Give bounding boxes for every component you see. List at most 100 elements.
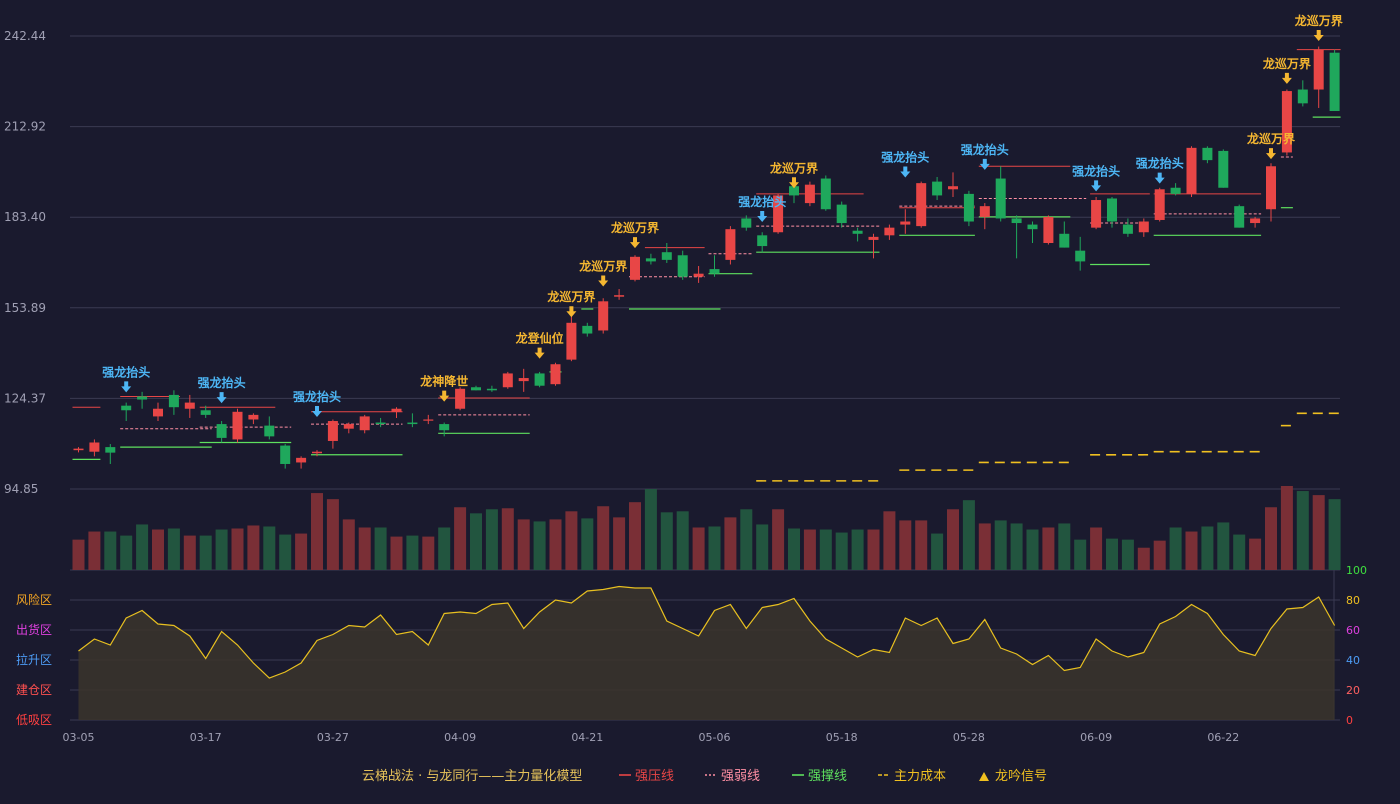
volume-bar xyxy=(1153,540,1166,570)
candle-body xyxy=(741,218,752,228)
volume-bar xyxy=(326,499,339,570)
legend-item-label: 强撑线 xyxy=(808,769,847,784)
candle-body xyxy=(709,269,720,274)
candle-body xyxy=(502,373,513,388)
volume-bar xyxy=(549,519,562,570)
volume-bar xyxy=(470,513,482,570)
date-tick-label: 06-22 xyxy=(1207,731,1239,744)
signal-arrow-icon xyxy=(1091,180,1102,192)
oscillator-layer xyxy=(78,585,1336,720)
candle-body xyxy=(1138,221,1149,233)
oscillator-axis: 100 80 60 40 20 0 xyxy=(1346,564,1367,727)
volume-bar xyxy=(772,509,785,570)
candle-body xyxy=(566,322,577,360)
volume-layer xyxy=(72,486,1341,570)
volume-bar xyxy=(819,529,832,570)
candle-body xyxy=(153,408,163,417)
signal-label: 龙巡万界 xyxy=(1247,131,1295,146)
volume-bar xyxy=(803,529,816,570)
date-tick-label: 06-09 xyxy=(1080,731,1112,744)
signal-arrow-icon xyxy=(757,211,768,223)
volume-bar xyxy=(215,529,228,570)
volume-bar xyxy=(183,535,196,570)
volume-bar xyxy=(899,520,912,570)
candle-body xyxy=(598,301,609,331)
volume-bar xyxy=(1090,527,1103,570)
price-tick-label: 212.92 xyxy=(4,120,46,134)
candle-body xyxy=(312,451,322,454)
volume-bar xyxy=(295,533,308,570)
candle-body xyxy=(423,419,434,421)
candle-body xyxy=(900,221,911,225)
volume-bar xyxy=(867,529,880,570)
volume-bar xyxy=(676,511,689,570)
volume-bar xyxy=(1169,527,1182,570)
candle-body xyxy=(105,447,116,453)
date-tick-label: 03-05 xyxy=(63,731,95,744)
volume-bar xyxy=(724,517,737,570)
candle-body xyxy=(73,448,84,451)
signal-arrow-icon xyxy=(630,237,640,249)
volume-bar xyxy=(756,524,769,570)
signal-label: 龙神降世 xyxy=(420,374,468,389)
candle-body xyxy=(471,387,481,391)
candle-body xyxy=(1027,224,1038,230)
volume-bar xyxy=(485,509,498,570)
candle-body xyxy=(948,186,958,190)
volume-bar xyxy=(1201,526,1214,570)
signal-arrow-icon xyxy=(1266,148,1276,160)
volume-bar xyxy=(883,511,896,570)
volume-bar xyxy=(358,527,371,570)
legend-triangle-icon xyxy=(979,772,989,781)
volume-bar xyxy=(851,529,864,570)
volume-bar xyxy=(1026,529,1039,570)
volume-bar xyxy=(1074,539,1087,570)
volume-bar xyxy=(342,519,355,570)
candle-body xyxy=(550,364,561,385)
signal-label: 强龙抬头 xyxy=(102,364,150,379)
volume-bar xyxy=(136,524,149,570)
signal-label: 龙巡万界 xyxy=(579,258,627,273)
date-axis: 03-05 03-17 03-27 04-09 04-21 05-06 05-18 05-28… xyxy=(63,731,1240,744)
candle-body xyxy=(391,408,402,412)
legend-item-label: 强弱线 xyxy=(721,769,760,784)
osc-tick-label: 100 xyxy=(1346,564,1367,577)
zone-label: 建仓区 xyxy=(16,683,52,697)
signal-label: 龙登仙位 xyxy=(516,331,564,346)
candle-body xyxy=(168,394,179,408)
candle-body xyxy=(1202,147,1213,161)
volume-bar xyxy=(962,500,975,570)
signal-arrow-icon xyxy=(312,405,322,417)
volume-bar xyxy=(1058,523,1071,570)
candle-body xyxy=(121,405,132,411)
signal-arrow-icon xyxy=(979,158,990,170)
volume-bar xyxy=(120,535,133,570)
osc-tick-label: 20 xyxy=(1346,684,1360,697)
candle-body xyxy=(725,229,736,260)
candle-body xyxy=(1011,218,1022,224)
signal-label: 强龙抬头 xyxy=(1072,163,1120,178)
candle-body xyxy=(264,425,275,437)
volume-bar xyxy=(581,518,594,570)
volume-bar xyxy=(1312,495,1325,570)
volume-bar xyxy=(247,525,260,570)
volume-bar xyxy=(167,528,180,570)
candle-body xyxy=(184,402,195,409)
osc-tick-label: 60 xyxy=(1346,624,1360,637)
volume-bar xyxy=(1042,527,1055,570)
grid-layer xyxy=(70,35,1340,721)
signal-label: 强龙抬头 xyxy=(738,194,786,209)
signal-arrow-icon xyxy=(534,347,545,359)
osc-tick-label: 40 xyxy=(1346,654,1360,667)
price-tick-label: 242.44 xyxy=(4,29,46,43)
signal-label: 强龙抬头 xyxy=(1136,156,1184,171)
chart-stage: 242.44 212.92 183.40 153.89 124.37 94.85 强龙抬头… xyxy=(0,0,1400,800)
volume-bar xyxy=(438,527,451,570)
candle-body xyxy=(327,421,338,441)
signal-arrow-icon xyxy=(598,275,609,287)
candle-body xyxy=(963,193,974,222)
signal-label: 强龙抬头 xyxy=(293,389,341,404)
volume-bar xyxy=(1296,491,1309,570)
volume-bar xyxy=(199,535,212,570)
candle-body xyxy=(1313,49,1324,90)
